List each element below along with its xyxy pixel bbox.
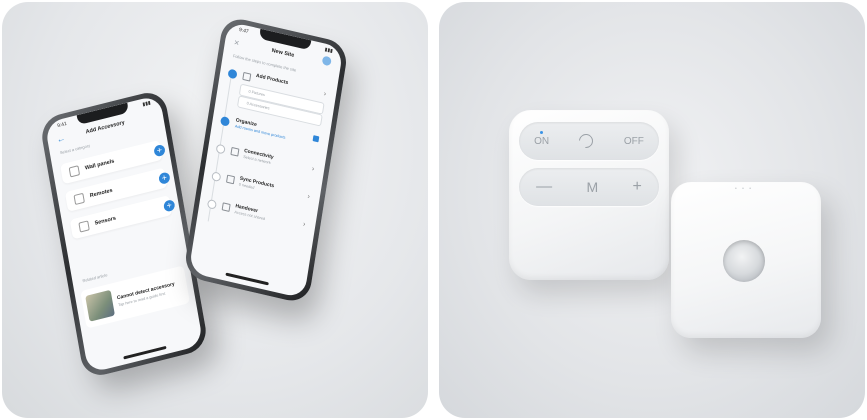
chevron-right-icon: › [311,165,315,174]
night-mode-button[interactable] [576,131,597,151]
category-label: Remotes [89,187,114,200]
devices-showcase-panel: ON OFF — M + • • • [439,2,865,418]
step-connectivity[interactable]: Connectivity Select a network › [215,142,317,176]
wifi-icon [230,146,240,157]
app-showcase-panel: 9:41 ▮▮▮ ← Add Accessory Select a catego… [2,2,428,418]
step-sync-products[interactable]: Sync Products 0 needed › [211,169,312,203]
category-label: Sensors [94,215,117,227]
chevron-right-icon: › [323,90,327,98]
phone-screen: 9:41 ▮▮▮ ← Add Accessory Select a catego… [44,94,204,374]
category-prompt: Select a category [59,142,91,156]
dim-down-button[interactable]: — [536,178,552,196]
off-button[interactable]: OFF [624,136,644,147]
section-label: Related article [82,272,108,284]
home-indicator [225,272,269,286]
remote-top-button-bar: ON OFF [519,122,659,160]
mode-button[interactable]: M [586,179,598,195]
status-time: 9:41 [56,120,68,130]
motion-sensor: • • • [671,182,821,338]
sync-icon [225,174,236,185]
sensor-lens [723,240,765,282]
sensor-led-dots: • • • [735,186,754,192]
step-check-icon [219,115,231,127]
chevron-right-icon: › [306,193,311,201]
chevron-right-icon: › [302,220,306,229]
phone-new-site: 9:47 ▮▮▮ × New Site Follow the steps to … [182,15,350,305]
article-thumbnail [85,289,115,322]
key-icon [221,202,231,212]
add-button[interactable]: + [162,198,176,213]
phone-screen: 9:47 ▮▮▮ × New Site Follow the steps to … [188,21,344,299]
on-button[interactable]: ON [534,130,549,147]
phone-add-accessory: 9:41 ▮▮▮ ← Add Accessory Select a catego… [38,88,210,380]
add-button[interactable]: + [153,143,166,157]
moon-icon [576,131,597,151]
wall-panel-icon [68,165,81,178]
remote-bottom-button-bar: — M + [519,168,659,206]
step-pending-icon [211,171,222,183]
home-indicator [123,345,167,360]
step-pending-icon [215,143,226,155]
checkbox-icon [312,135,320,143]
products-icon [242,71,252,82]
status-time: 9:47 [238,26,249,36]
step-check-icon [227,68,238,80]
remote-icon [73,192,85,206]
category-label: Wall panels [84,158,115,172]
step-pending-icon [206,198,217,210]
dim-up-button[interactable]: + [632,178,641,196]
sensor-icon [78,220,90,233]
add-button[interactable]: + [158,170,171,185]
step-handover[interactable]: Handover Access not shared › [206,197,308,231]
signal-icon: ▮▮▮ [324,46,334,55]
wireless-remote: ON OFF — M + [509,110,669,280]
step-title: Add Products [255,72,289,87]
signal-icon: ▮▮▮ [142,100,152,108]
